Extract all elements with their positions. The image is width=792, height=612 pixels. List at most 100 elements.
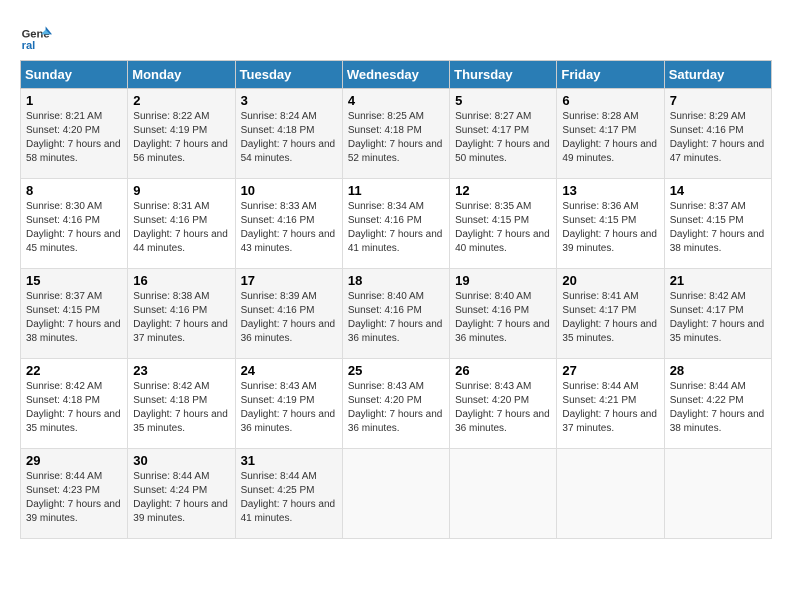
sunset: Sunset: 4:20 PM	[348, 394, 444, 408]
daylight: Daylight: 7 hours and 50 minutes.	[455, 138, 551, 166]
sunset: Sunset: 4:19 PM	[241, 394, 337, 408]
day-number: 16	[133, 273, 229, 288]
sunset: Sunset: 4:16 PM	[670, 124, 766, 138]
sunrise: Sunrise: 8:36 AM	[562, 200, 658, 214]
sunrise: Sunrise: 8:42 AM	[26, 380, 122, 394]
day-number: 14	[670, 183, 766, 198]
day-info: Sunrise: 8:41 AMSunset: 4:17 PMDaylight:…	[562, 290, 658, 346]
sunrise: Sunrise: 8:40 AM	[348, 290, 444, 304]
sunset: Sunset: 4:15 PM	[670, 214, 766, 228]
header-wednesday: Wednesday	[342, 61, 449, 89]
calendar-cell: 3Sunrise: 8:24 AMSunset: 4:18 PMDaylight…	[235, 89, 342, 179]
calendar-cell: 13Sunrise: 8:36 AMSunset: 4:15 PMDayligh…	[557, 179, 664, 269]
day-number: 20	[562, 273, 658, 288]
daylight: Daylight: 7 hours and 35 minutes.	[26, 408, 122, 436]
day-info: Sunrise: 8:43 AMSunset: 4:20 PMDaylight:…	[348, 380, 444, 436]
day-number: 17	[241, 273, 337, 288]
calendar-week-1: 1Sunrise: 8:21 AMSunset: 4:20 PMDaylight…	[21, 89, 772, 179]
calendar-cell: 20 Sunrise: 8:41 AMSunset: 4:17 PMDayligh…	[557, 269, 664, 359]
calendar-cell: 10Sunrise: 8:33 AMSunset: 4:16 PMDayligh…	[235, 179, 342, 269]
day-number: 2	[133, 93, 229, 108]
header-friday: Friday	[557, 61, 664, 89]
day-info: Sunrise: 8:31 AMSunset: 4:16 PMDaylight:…	[133, 200, 229, 256]
day-number: 12	[455, 183, 551, 198]
header-saturday: Saturday	[664, 61, 771, 89]
daylight: Daylight: 7 hours and 38 minutes.	[670, 228, 766, 256]
sunset: Sunset: 4:18 PM	[348, 124, 444, 138]
calendar-cell: 27Sunrise: 8:44 AMSunset: 4:21 PMDayligh…	[557, 359, 664, 449]
sunrise: Sunrise: 8:24 AM	[241, 110, 337, 124]
sunset: Sunset: 4:16 PM	[455, 304, 551, 318]
day-info: Sunrise: 8:22 AMSunset: 4:19 PMDaylight:…	[133, 110, 229, 166]
daylight: Daylight: 7 hours and 36 minutes.	[348, 408, 444, 436]
calendar-cell	[450, 449, 557, 539]
sunset: Sunset: 4:25 PM	[241, 484, 337, 498]
daylight: Daylight: 7 hours and 43 minutes.	[241, 228, 337, 256]
day-info: Sunrise: 8:44 AMSunset: 4:24 PMDaylight:…	[133, 470, 229, 526]
day-info: Sunrise: 8:36 AMSunset: 4:15 PMDaylight:…	[562, 200, 658, 256]
logo-icon: Gene ral	[20, 20, 52, 52]
day-number: 9	[133, 183, 229, 198]
calendar-cell: 11Sunrise: 8:34 AMSunset: 4:16 PMDayligh…	[342, 179, 449, 269]
daylight: Daylight: 7 hours and 39 minutes.	[562, 228, 658, 256]
sunrise: Sunrise: 8:44 AM	[562, 380, 658, 394]
day-number: 23	[133, 363, 229, 378]
day-info: Sunrise: 8:34 AMSunset: 4:16 PMDaylight:…	[348, 200, 444, 256]
header-tuesday: Tuesday	[235, 61, 342, 89]
logo: Gene ral	[20, 20, 56, 52]
daylight: Daylight: 7 hours and 38 minutes.	[670, 408, 766, 436]
sunrise: Sunrise: 8:38 AM	[133, 290, 229, 304]
day-info: Sunrise: 8:42 AMSunset: 4:17 PMDaylight:…	[670, 290, 766, 346]
calendar-cell: 18Sunrise: 8:40 AMSunset: 4:16 PMDayligh…	[342, 269, 449, 359]
sunset: Sunset: 4:16 PM	[348, 214, 444, 228]
sunset: Sunset: 4:16 PM	[241, 214, 337, 228]
daylight: Daylight: 7 hours and 35 minutes.	[670, 318, 766, 346]
day-info: Sunrise: 8:43 AMSunset: 4:19 PMDaylight:…	[241, 380, 337, 436]
sunrise: Sunrise: 8:44 AM	[670, 380, 766, 394]
sunset: Sunset: 4:18 PM	[241, 124, 337, 138]
sunrise: Sunrise: 8:28 AM	[562, 110, 658, 124]
calendar-cell	[664, 449, 771, 539]
day-number: 19	[455, 273, 551, 288]
svg-text:ral: ral	[22, 40, 36, 52]
day-info: Sunrise: 8:44 AMSunset: 4:22 PMDaylight:…	[670, 380, 766, 436]
day-info: Sunrise: 8:40 AMSunset: 4:16 PMDaylight:…	[348, 290, 444, 346]
day-info: Sunrise: 8:40 AMSunset: 4:16 PMDaylight:…	[455, 290, 551, 346]
sunset: Sunset: 4:24 PM	[133, 484, 229, 498]
calendar-cell: 6Sunrise: 8:28 AMSunset: 4:17 PMDaylight…	[557, 89, 664, 179]
sunrise: Sunrise: 8:33 AM	[241, 200, 337, 214]
sunset: Sunset: 4:15 PM	[26, 304, 122, 318]
calendar-cell: 28 Sunrise: 8:44 AMSunset: 4:22 PMDayligh…	[664, 359, 771, 449]
sunset: Sunset: 4:22 PM	[670, 394, 766, 408]
calendar-cell: 14Sunrise: 8:37 AMSunset: 4:15 PMDayligh…	[664, 179, 771, 269]
calendar-week-3: 15Sunrise: 8:37 AMSunset: 4:15 PMDayligh…	[21, 269, 772, 359]
calendar-cell: 21Sunrise: 8:42 AMSunset: 4:17 PMDayligh…	[664, 269, 771, 359]
daylight: Daylight: 7 hours and 37 minutes.	[133, 318, 229, 346]
day-info: Sunrise: 8:24 AMSunset: 4:18 PMDaylight:…	[241, 110, 337, 166]
sunset: Sunset: 4:21 PM	[562, 394, 658, 408]
daylight: Daylight: 7 hours and 40 minutes.	[455, 228, 551, 256]
day-number: 15	[26, 273, 122, 288]
sunrise: Sunrise: 8:22 AM	[133, 110, 229, 124]
calendar-cell: 23 Sunrise: 8:42 AMSunset: 4:18 PMDayligh…	[128, 359, 235, 449]
sunrise: Sunrise: 8:21 AM	[26, 110, 122, 124]
calendar-header-row: SundayMondayTuesdayWednesdayThursdayFrid…	[21, 61, 772, 89]
day-info: Sunrise: 8:42 AMSunset: 4:18 PMDaylight:…	[133, 380, 229, 436]
page-header: Gene ral	[20, 20, 772, 52]
day-info: Sunrise: 8:44 AMSunset: 4:23 PMDaylight:…	[26, 470, 122, 526]
calendar-cell: 22Sunrise: 8:42 AMSunset: 4:18 PMDayligh…	[21, 359, 128, 449]
daylight: Daylight: 7 hours and 36 minutes.	[241, 318, 337, 346]
calendar-cell: 2 Sunrise: 8:22 AMSunset: 4:19 PMDaylight…	[128, 89, 235, 179]
sunrise: Sunrise: 8:43 AM	[348, 380, 444, 394]
sunrise: Sunrise: 8:27 AM	[455, 110, 551, 124]
daylight: Daylight: 7 hours and 41 minutes.	[241, 498, 337, 526]
daylight: Daylight: 7 hours and 36 minutes.	[241, 408, 337, 436]
sunrise: Sunrise: 8:40 AM	[455, 290, 551, 304]
sunrise: Sunrise: 8:31 AM	[133, 200, 229, 214]
day-info: Sunrise: 8:44 AMSunset: 4:25 PMDaylight:…	[241, 470, 337, 526]
calendar-cell: 9 Sunrise: 8:31 AMSunset: 4:16 PMDaylight…	[128, 179, 235, 269]
calendar-cell: 30Sunrise: 8:44 AMSunset: 4:24 PMDayligh…	[128, 449, 235, 539]
calendar-cell: 5Sunrise: 8:27 AMSunset: 4:17 PMDaylight…	[450, 89, 557, 179]
daylight: Daylight: 7 hours and 58 minutes.	[26, 138, 122, 166]
day-number: 28	[670, 363, 766, 378]
